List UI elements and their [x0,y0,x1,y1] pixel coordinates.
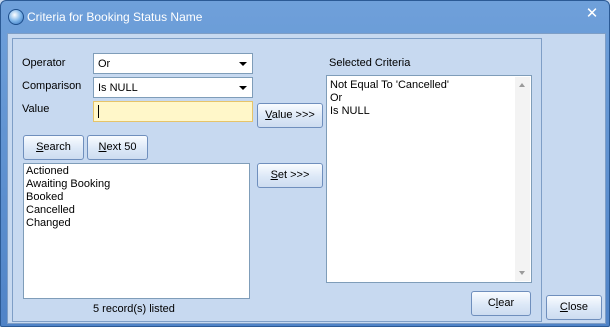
window-title: Criteria for Booking Status Name [27,10,203,24]
clear-label: ear [498,297,515,309]
value-input[interactable] [93,101,253,122]
next-50-button[interactable]: Next 50 [87,135,148,160]
set-button[interactable]: Set >>> [257,163,323,188]
close-button[interactable]: Close [546,295,602,320]
value-add-button[interactable]: Value >>> [257,103,323,128]
list-item[interactable]: Cancelled [26,204,247,217]
app-globe-icon [8,9,24,25]
criteria-line: Or [330,92,343,104]
criteria-panel: Operator Or Comparison Is NULL Value Val… [12,38,542,322]
scroll-down-icon[interactable] [519,271,525,275]
list-item[interactable]: Changed [26,217,247,230]
dialog-window: Criteria for Booking Status Name ✕ Opera… [0,0,610,327]
comparison-label: Comparison [22,80,82,92]
set-mnemonic: S [270,169,278,181]
clear-button[interactable]: Clear [471,291,531,316]
scroll-up-icon[interactable] [519,83,525,87]
text-caret [98,105,99,118]
set-label: et >>> [277,169,310,181]
results-list[interactable]: Actioned Awaiting Booking Booked Cancell… [23,163,250,299]
comparison-select[interactable]: Is NULL [93,77,253,98]
operator-select[interactable]: Or [93,53,253,74]
value-label: Value [22,103,50,115]
search-button[interactable]: Search [23,135,84,160]
list-item[interactable]: Booked [26,191,247,204]
close-label: lose [567,301,589,313]
selected-criteria-label: Selected Criteria [329,57,411,69]
next-label: ext 50 [106,141,137,153]
title-bar[interactable]: Criteria for Booking Status Name ✕ [1,1,609,33]
vertical-scrollbar[interactable] [515,77,530,281]
clear-prefix: C [487,297,496,309]
search-label: earch [43,141,71,153]
criteria-line: Is NULL [330,105,370,117]
close-icon[interactable]: ✕ [584,6,600,22]
value-add-label: alue >>> [271,109,315,121]
operator-value: Or [98,58,111,70]
operator-label: Operator [22,57,66,69]
selected-criteria-box[interactable]: Not Equal To 'Cancelled' Or Is NULL [326,75,532,283]
chevron-down-icon[interactable] [235,79,251,96]
comparison-value: Is NULL [98,82,138,94]
chevron-down-icon[interactable] [235,55,251,72]
criteria-line: Not Equal To 'Cancelled' [330,79,449,91]
close-mnemonic: C [559,301,568,313]
list-item[interactable]: Awaiting Booking [26,178,247,191]
records-status: 5 record(s) listed [93,303,175,315]
list-item[interactable]: Actioned [26,165,247,178]
dialog-client: Operator Or Comparison Is NULL Value Val… [7,33,606,324]
